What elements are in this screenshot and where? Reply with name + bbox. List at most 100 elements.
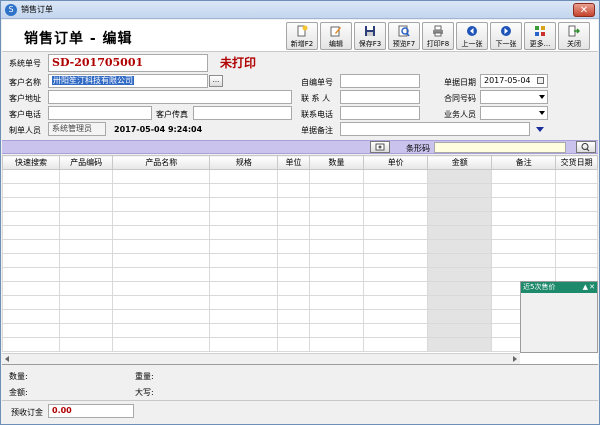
grid-cell[interactable] — [308, 337, 365, 352]
grid-cell[interactable] — [58, 197, 114, 212]
grid-cell[interactable] — [427, 253, 493, 268]
grid-cell[interactable] — [112, 253, 211, 268]
grid-cell[interactable] — [2, 225, 60, 240]
grid-cell[interactable] — [58, 225, 114, 240]
grid-cell[interactable] — [491, 211, 557, 226]
grid-cell[interactable] — [555, 211, 598, 226]
grid-cell[interactable] — [277, 169, 310, 184]
grid-cell[interactable] — [209, 295, 279, 310]
grid-cell[interactable] — [58, 253, 114, 268]
customer-fax-field[interactable] — [193, 106, 292, 120]
scroll-right-icon[interactable] — [513, 356, 517, 362]
preview-button[interactable]: 预览F7 — [388, 22, 420, 50]
table-row[interactable] — [2, 323, 598, 338]
grid-cell[interactable] — [2, 267, 60, 282]
close-icon[interactable]: ✕ — [589, 282, 595, 293]
order-no-field[interactable]: SD-201705001 — [48, 54, 208, 72]
grid-cell[interactable] — [277, 295, 310, 310]
grid-cell[interactable] — [209, 323, 279, 338]
grid-cell[interactable] — [491, 197, 557, 212]
grid-cell[interactable] — [209, 211, 279, 226]
grid-cell[interactable] — [427, 197, 493, 212]
barcode-input[interactable] — [434, 142, 566, 153]
customer-phone-field[interactable] — [48, 106, 152, 120]
grid-cell[interactable] — [2, 169, 60, 184]
grid-cell[interactable] — [308, 267, 365, 282]
grid-cell[interactable] — [112, 309, 211, 324]
table-row[interactable] — [2, 253, 598, 268]
grid-cell[interactable] — [427, 295, 493, 310]
grid-cell[interactable] — [427, 183, 493, 198]
save-button[interactable]: 保存F3 — [354, 22, 386, 50]
col-quick-search[interactable]: 快速搜索 — [2, 155, 60, 170]
grid-cell[interactable] — [427, 211, 493, 226]
grid-cell[interactable] — [491, 225, 557, 240]
grid-cell[interactable] — [555, 169, 598, 184]
grid-cell[interactable] — [555, 225, 598, 240]
grid-cell[interactable] — [491, 239, 557, 254]
grid-cell[interactable] — [277, 323, 310, 338]
table-row[interactable] — [2, 211, 598, 226]
grid-cell[interactable] — [277, 225, 310, 240]
col-delivery-date[interactable]: 交货日期 — [555, 155, 598, 170]
grid-cell[interactable] — [555, 183, 598, 198]
grid-cell[interactable] — [209, 169, 279, 184]
contact-phone-field[interactable] — [340, 106, 420, 120]
col-unit[interactable]: 单位 — [277, 155, 310, 170]
grid-cell[interactable] — [277, 197, 310, 212]
grid-cell[interactable] — [112, 337, 211, 352]
grid-cell[interactable] — [555, 197, 598, 212]
grid-cell[interactable] — [2, 211, 60, 226]
table-row[interactable] — [2, 337, 598, 352]
pin-icon[interactable]: ▲ — [583, 282, 588, 293]
table-row[interactable] — [2, 169, 598, 184]
edit-button[interactable]: 编辑 — [320, 22, 352, 50]
grid-cell[interactable] — [2, 253, 60, 268]
barcode-search-button[interactable] — [576, 141, 596, 153]
grid-cell[interactable] — [58, 337, 114, 352]
grid-cell[interactable] — [427, 169, 493, 184]
grid-cell[interactable] — [277, 309, 310, 324]
grid-cell[interactable] — [209, 253, 279, 268]
customer-name-field[interactable]: 卅阳笙汀科技有限公司 — [48, 74, 208, 88]
table-row[interactable] — [2, 281, 598, 296]
grid-cell[interactable] — [58, 309, 114, 324]
table-row[interactable] — [2, 183, 598, 198]
grid-cell[interactable] — [112, 323, 211, 338]
grid-cell[interactable] — [308, 295, 365, 310]
table-row[interactable] — [2, 197, 598, 212]
remark-field[interactable] — [340, 122, 530, 136]
grid-cell[interactable] — [209, 197, 279, 212]
title-bar[interactable]: S 销售订单 ✕ — [1, 1, 599, 19]
col-quantity[interactable]: 数量 — [308, 155, 365, 170]
grid-cell[interactable] — [363, 183, 429, 198]
grid-cell[interactable] — [112, 183, 211, 198]
grid-cell[interactable] — [2, 309, 60, 324]
grid-cell[interactable] — [308, 225, 365, 240]
order-lines-grid[interactable]: 快速搜索 产品编码 产品名称 规格 单位 数量 单价 金额 备注 交货日期 — [2, 155, 598, 365]
exit-button[interactable]: 关闭 — [558, 22, 590, 50]
grid-cell[interactable] — [363, 295, 429, 310]
grid-cell[interactable] — [209, 183, 279, 198]
grid-cell[interactable] — [363, 225, 429, 240]
grid-cell[interactable] — [308, 281, 365, 296]
grid-cell[interactable] — [2, 197, 60, 212]
horizontal-scrollbar[interactable] — [2, 353, 520, 364]
grid-cell[interactable] — [427, 309, 493, 324]
grid-cell[interactable] — [112, 281, 211, 296]
grid-cell[interactable] — [209, 239, 279, 254]
window-close-button[interactable]: ✕ — [573, 3, 595, 17]
customer-lookup-button[interactable]: ... — [209, 75, 223, 87]
grid-cell[interactable] — [2, 337, 60, 352]
grid-cell[interactable] — [427, 239, 493, 254]
grid-cell[interactable] — [58, 183, 114, 198]
grid-cell[interactable] — [308, 239, 365, 254]
grid-cell[interactable] — [2, 323, 60, 338]
table-row[interactable] — [2, 309, 598, 324]
grid-cell[interactable] — [112, 267, 211, 282]
table-row[interactable] — [2, 267, 598, 282]
grid-cell[interactable] — [209, 337, 279, 352]
remark-expand-icon[interactable] — [536, 127, 544, 132]
contact-field[interactable] — [340, 90, 420, 104]
custom-no-field[interactable] — [340, 74, 420, 88]
